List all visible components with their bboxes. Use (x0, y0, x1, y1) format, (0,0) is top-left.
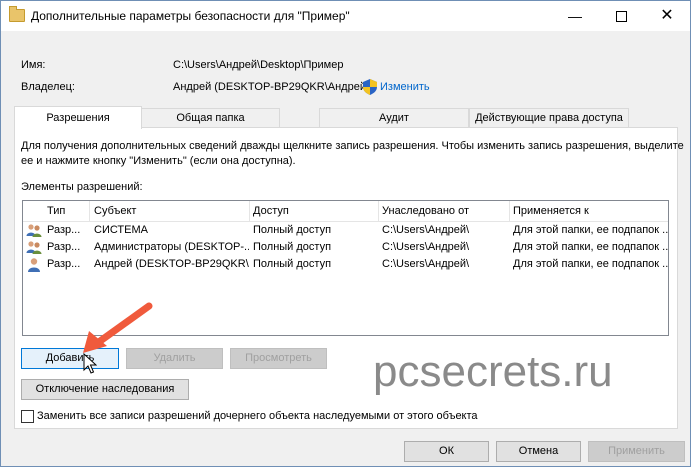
replace-child-permissions-checkbox[interactable] (21, 410, 34, 423)
mouse-cursor-icon (83, 353, 97, 374)
cell-type: Разр... (47, 241, 81, 253)
tab-sharing[interactable]: Общая папка (141, 108, 280, 128)
cell-type: Разр... (47, 258, 81, 270)
group-icon (26, 241, 42, 254)
table-row[interactable]: Разр... Администраторы (DESKTOP-... Полн… (23, 239, 668, 256)
apply-button[interactable]: Применить (588, 441, 685, 462)
change-owner-link[interactable]: Изменить (380, 81, 430, 93)
permission-entries-label: Элементы разрешений: (21, 181, 143, 193)
list-header: Тип Субъект Доступ Унаследовано от Приме… (23, 201, 668, 222)
instructions-line-2: ее и нажмите кнопку "Изменить" (если она… (21, 155, 296, 167)
cell-applies-to: Для этой папки, ее подпапок ... (513, 224, 668, 236)
security-dialog-window: Дополнительные параметры безопасности дл… (0, 0, 691, 467)
group-icon (26, 224, 42, 237)
view-button[interactable]: Просмотреть (230, 348, 327, 369)
cell-principal: СИСТЕМА (94, 224, 148, 236)
minimize-button[interactable]: — (552, 1, 598, 31)
column-header-inherited-from[interactable]: Унаследовано от (378, 201, 510, 221)
owner-value: Андрей (DESKTOP-BP29QKR\Андрей) (173, 81, 370, 93)
tab-strip: Разрешения Общая папка Аудит Действующие… (14, 106, 629, 129)
cell-principal: Администраторы (DESKTOP-... (94, 241, 249, 253)
cell-inherited-from: C:\Users\Андрей\ (382, 224, 470, 236)
cell-principal: Андрей (DESKTOP-BP29QKR\... (94, 258, 249, 270)
tab-auditing[interactable]: Аудит (319, 108, 469, 128)
ok-button[interactable]: ОК (404, 441, 489, 462)
cell-type: Разр... (47, 224, 81, 236)
user-icon (28, 258, 40, 272)
cell-access: Полный доступ (253, 241, 332, 253)
column-header-principal[interactable]: Субъект (90, 201, 250, 221)
table-row[interactable]: Разр... СИСТЕМА Полный доступ C:\Users\А… (23, 222, 668, 239)
maximize-button[interactable] (598, 1, 644, 31)
cell-access: Полный доступ (253, 258, 332, 270)
column-header-applies-to[interactable]: Применяется к (509, 201, 668, 221)
cancel-button[interactable]: Отмена (496, 441, 581, 462)
pointer-arrow-annotation (83, 302, 153, 353)
cell-applies-to: Для этой папки, ее подпапок ... (513, 258, 668, 270)
cell-inherited-from: C:\Users\Андрей\ (382, 241, 470, 253)
owner-label: Владелец: (21, 81, 75, 93)
tab-effective-access[interactable]: Действующие права доступа (469, 108, 629, 128)
column-header-type[interactable]: Тип (43, 201, 90, 221)
cell-applies-to: Для этой папки, ее подпапок ... (513, 241, 668, 253)
close-button[interactable]: ✕ (644, 1, 690, 31)
name-label: Имя: (21, 59, 46, 71)
disable-inheritance-button[interactable]: Отключение наследования (21, 379, 189, 400)
title-bar[interactable]: Дополнительные параметры безопасности дл… (1, 1, 690, 31)
cell-access: Полный доступ (253, 224, 332, 236)
instructions-line-1: Для получения дополнительных сведений дв… (21, 140, 684, 152)
watermark: pcsecrets.ru (373, 347, 613, 396)
uac-shield-icon (363, 79, 377, 95)
replace-child-permissions-label: Заменить все записи разрешений дочернего… (37, 410, 478, 422)
tab-permissions[interactable]: Разрешения (14, 106, 142, 129)
cell-inherited-from: C:\Users\Андрей\ (382, 258, 470, 270)
table-row[interactable]: Разр... Андрей (DESKTOP-BP29QKR\... Полн… (23, 256, 668, 273)
name-value: C:\Users\Андрей\Desktop\Пример (173, 59, 344, 71)
window-title: Дополнительные параметры безопасности дл… (31, 9, 350, 23)
maximize-icon (615, 10, 627, 22)
column-header-access[interactable]: Доступ (249, 201, 379, 221)
folder-icon (9, 6, 25, 22)
